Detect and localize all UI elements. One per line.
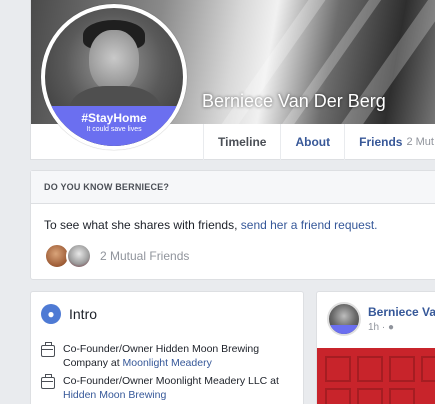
- frame-subtitle: It could save lives: [86, 126, 142, 133]
- profile-avatar-image: #StayHome It could save lives: [45, 8, 183, 146]
- tab-timeline-label: Timeline: [218, 135, 267, 149]
- know-card: DO YOU KNOW BERNIECE? To see what she sh…: [30, 170, 435, 280]
- globe-icon: ●: [41, 304, 61, 324]
- intro-work-text: Co-Founder/Owner Moonlight Meadery LLC a…: [63, 375, 279, 387]
- intro-work-item: Co-Founder/Owner Moonlight Meadery LLC a…: [41, 374, 279, 402]
- intro-card: ● Intro Co-Founder/Owner Hidden Moon Bre…: [30, 291, 304, 404]
- frame-title: #StayHome: [81, 111, 147, 125]
- know-text-label: To see what she shares with friends,: [44, 218, 241, 232]
- post-author-avatar[interactable]: [327, 302, 361, 336]
- profile-picture[interactable]: #StayHome It could save lives: [41, 4, 187, 150]
- mutual-friend-avatar[interactable]: [66, 243, 92, 269]
- post-time-label: 1h ·: [368, 322, 386, 333]
- friends-count: 2 Mut: [406, 136, 434, 148]
- briefcase-icon: [41, 374, 55, 389]
- post-image[interactable]: [317, 348, 435, 404]
- intro-header: ● Intro: [41, 304, 97, 324]
- friend-request-link[interactable]: send her a friend request.: [241, 218, 378, 232]
- tab-friends-label: Friends: [359, 135, 403, 149]
- post-timestamp[interactable]: 1h · ●: [368, 322, 394, 333]
- intro-title: Intro: [69, 306, 98, 322]
- tab-timeline[interactable]: Timeline: [203, 124, 280, 160]
- know-text: To see what she shares with friends, sen…: [44, 218, 378, 232]
- mutual-friends-label[interactable]: 2 Mutual Friends: [100, 249, 189, 263]
- intro-work-item: Co-Founder/Owner Hidden Moon Brewing Com…: [41, 342, 279, 370]
- globe-icon: ●: [388, 322, 395, 333]
- tab-about[interactable]: About: [280, 124, 344, 160]
- post-card: Berniece Van 1h · ●: [316, 291, 435, 404]
- intro-work-link[interactable]: Hidden Moon Brewing: [63, 389, 166, 401]
- intro-work-link[interactable]: Moonlight Meadery: [123, 357, 212, 369]
- profile-tabs: Timeline About Friends 2 Mut: [203, 124, 435, 160]
- briefcase-icon: [41, 342, 55, 357]
- profile-name[interactable]: Berniece Van Der Berg: [202, 91, 386, 112]
- mutual-friends[interactable]: 2 Mutual Friends: [44, 243, 189, 269]
- post-author-name[interactable]: Berniece Van: [368, 305, 435, 319]
- know-heading: DO YOU KNOW BERNIECE?: [31, 171, 435, 204]
- tab-friends[interactable]: Friends 2 Mut: [344, 124, 435, 160]
- tab-about-label: About: [295, 135, 331, 149]
